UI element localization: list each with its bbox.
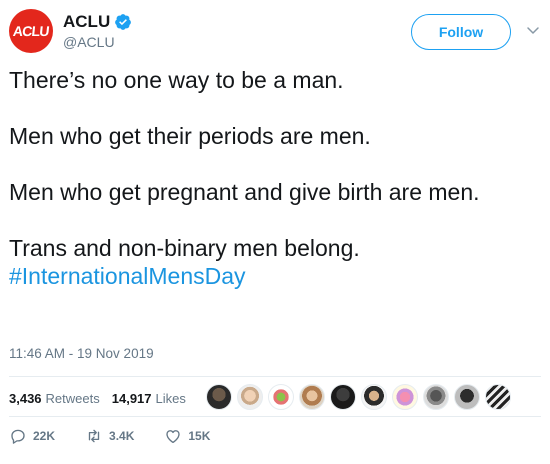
liker-avatar[interactable] <box>485 384 511 410</box>
follow-button[interactable]: Follow <box>411 14 511 50</box>
reply-icon <box>11 429 25 444</box>
hashtag-link[interactable]: #InternationalMensDay <box>9 262 539 290</box>
liker-avatars <box>206 384 516 410</box>
tweet-card: ACLU ACLU @ACLU Follow There’s no one wa… <box>0 0 550 464</box>
like-count: 15K <box>188 429 211 443</box>
liker-avatar[interactable] <box>361 384 387 410</box>
tweet-paragraph: Men who get pregnant and give birth are … <box>9 179 480 205</box>
retweets-count: 3,436 <box>9 390 42 406</box>
avatar[interactable]: ACLU <box>9 9 53 53</box>
liker-avatar[interactable] <box>392 384 418 410</box>
divider <box>9 416 541 417</box>
retweet-button[interactable]: 3.4K <box>85 427 134 445</box>
liker-avatar[interactable] <box>237 384 263 410</box>
tweet-actions: 22K 3.4K 15K <box>9 424 240 448</box>
liker-avatar[interactable] <box>206 384 232 410</box>
heart-icon <box>166 430 181 444</box>
handle[interactable]: @ACLU <box>63 34 115 50</box>
tweet-stats: 3,436 Retweets 14,917 Likes <box>9 380 198 416</box>
display-name[interactable]: ACLU <box>63 12 110 32</box>
retweet-count: 3.4K <box>109 429 135 443</box>
liker-avatar[interactable] <box>299 384 325 410</box>
tweet-paragraph: There’s no one way to be a man. <box>9 67 344 93</box>
tweet-paragraph: Trans and non-binary men belong. <box>9 235 360 261</box>
tweet-paragraph-with-hashtag: Trans and non-binary men belong. #Intern… <box>9 234 539 290</box>
reply-count: 22K <box>33 429 56 443</box>
name-row: ACLU <box>63 12 132 32</box>
retweet-icon <box>88 429 100 443</box>
like-button[interactable]: 15K <box>164 427 210 445</box>
verified-badge-icon <box>115 14 132 30</box>
likes-count: 14,917 <box>111 390 152 406</box>
likes-label: Likes <box>155 390 186 406</box>
tweet-text: There’s no one way to be a man. Men who … <box>9 66 539 290</box>
chevron-down-icon[interactable] <box>525 22 541 38</box>
liker-avatar[interactable] <box>268 384 294 410</box>
tweet-paragraph: Men who get their periods are men. <box>9 123 371 149</box>
avatar-logo-text: ACLU <box>12 23 50 39</box>
reply-button[interactable]: 22K <box>9 427 55 445</box>
liker-avatar[interactable] <box>423 384 449 410</box>
liker-avatar[interactable] <box>330 384 356 410</box>
retweets-stat[interactable]: 3,436 Retweets <box>9 391 100 406</box>
tweet-header: ACLU ACLU @ACLU Follow <box>9 9 541 53</box>
divider <box>9 376 541 377</box>
likes-stat[interactable]: 14,917 Likes <box>112 391 186 406</box>
liker-avatar[interactable] <box>454 384 480 410</box>
retweets-label: Retweets <box>45 390 100 406</box>
tweet-timestamp[interactable]: 11:46 AM - 19 Nov 2019 <box>9 346 154 361</box>
